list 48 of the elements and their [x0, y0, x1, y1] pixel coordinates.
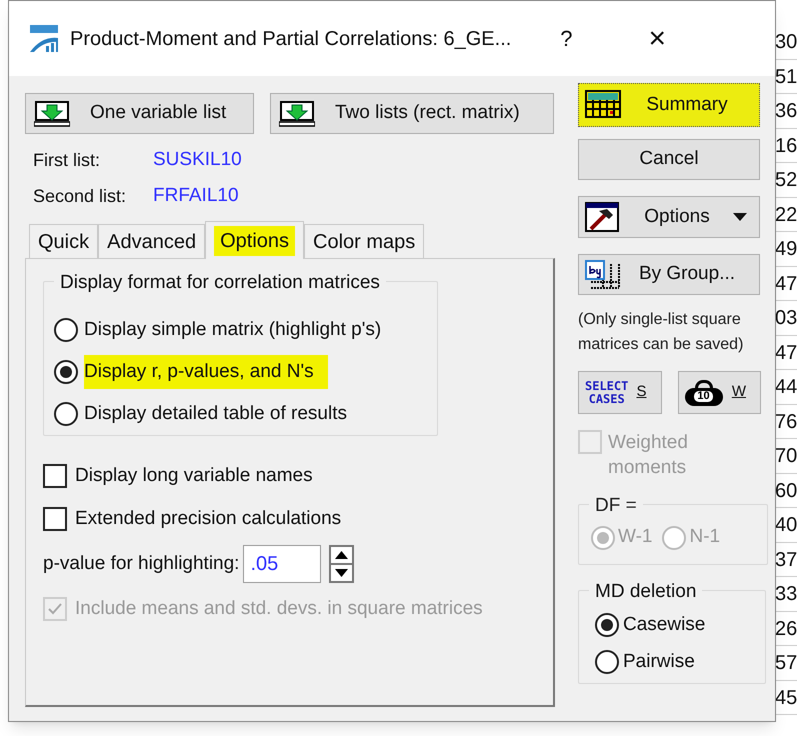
list-arrow-icon: [34, 100, 70, 126]
list-value: SUSKIL10: [153, 148, 242, 172]
radio-button[interactable]: [595, 650, 619, 674]
checkbox-label: Weighted moments: [608, 431, 689, 480]
field-label: p-value for highlighting:: [43, 552, 240, 576]
checkbox-label: Include means and std. devs. in square matrices: [75, 597, 483, 621]
tab[interactable]: Options: [205, 221, 304, 259]
list-value: FRFAIL10: [153, 184, 239, 208]
checkbox[interactable]: [43, 506, 67, 531]
grid-icon: [585, 260, 621, 290]
option-label: Display detailed table of results: [84, 402, 347, 426]
radio-label: W-1: [618, 525, 652, 550]
radio-label: N-1: [689, 525, 720, 550]
select-cases-icon: SELECT CASES: [585, 380, 628, 406]
option-label: Display r, p-values, and N's: [84, 354, 328, 390]
side-button[interactable]: Cancel: [578, 139, 760, 180]
app-icon: [28, 24, 60, 54]
spinner-control[interactable]: [329, 545, 354, 583]
spreadsheet-icon: [585, 90, 621, 120]
small-button[interactable]: 10 W: [678, 371, 761, 414]
dropdown-arrow-icon: [733, 213, 747, 221]
tab[interactable]: Color maps: [304, 224, 424, 258]
option-label: Display simple matrix (highlight p's): [84, 318, 382, 342]
p-value-field[interactable]: .05: [243, 545, 322, 583]
hammer-icon: [585, 202, 621, 232]
close-button[interactable]: ×: [639, 16, 676, 61]
note-text: (Only single-list square matrices can be saved): [578, 310, 744, 355]
help-button[interactable]: ?: [551, 22, 582, 55]
tab[interactable]: Advanced: [98, 224, 206, 258]
list-arrow-icon: [279, 100, 315, 126]
radio-button[interactable]: [54, 318, 78, 342]
radio-label: Pairwise: [623, 650, 695, 674]
radio-button[interactable]: [54, 402, 78, 426]
list-button[interactable]: Two lists (rect. matrix): [270, 93, 554, 134]
list-label: Second list:: [33, 184, 128, 208]
checkbox-label: Display long variable names: [75, 464, 313, 488]
radio-button[interactable]: [595, 613, 619, 638]
window-title: Product-Moment and Partial Correlations: 6_GE...: [70, 26, 512, 52]
checkbox[interactable]: [43, 464, 67, 488]
list-label: First list:: [33, 148, 101, 172]
checkbox-label: Extended precision calculations: [75, 506, 342, 530]
side-button[interactable]: Summary: [578, 83, 760, 127]
tab[interactable]: Quick: [29, 224, 98, 258]
side-button[interactable]: By Group...: [578, 254, 760, 295]
side-button[interactable]: Options: [578, 196, 760, 238]
radio-label: Casewise: [623, 613, 706, 637]
list-button[interactable]: One variable list: [25, 93, 254, 134]
radio-button[interactable]: [54, 360, 78, 384]
